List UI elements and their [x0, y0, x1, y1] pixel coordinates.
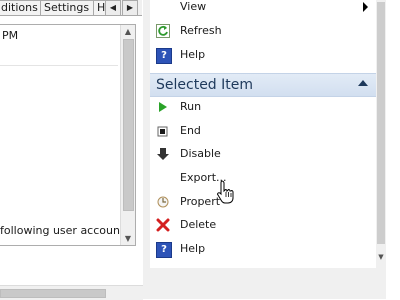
help-icon: ?	[156, 48, 172, 64]
hand-cursor-icon	[216, 180, 236, 204]
tab-scroll-right-button[interactable]: ▶	[122, 0, 138, 16]
scrollbar-thumb[interactable]	[0, 289, 106, 298]
tab-strip: ditions Settings H ◀ ▶	[0, 0, 142, 16]
scroll-down-icon[interactable]: ▼	[121, 234, 135, 243]
action-label: Propert	[180, 195, 221, 208]
delete-icon	[156, 218, 170, 232]
action-disable[interactable]: Disable	[150, 143, 376, 165]
pane-splitter[interactable]	[143, 0, 150, 299]
run-icon	[156, 100, 170, 114]
scroll-up-icon[interactable]: ▲	[121, 27, 135, 36]
action-label: Delete	[180, 218, 217, 231]
section-title: Selected Item	[156, 77, 254, 93]
actions-vertical-scrollbar[interactable]: ▼	[376, 0, 386, 299]
window-edge	[386, 0, 400, 299]
security-description: following user account:	[0, 224, 120, 237]
tab-scroll-left-button[interactable]: ◀	[105, 0, 121, 16]
status-strip	[150, 268, 386, 299]
horizontal-scrollbar[interactable]	[0, 285, 143, 300]
scrollbar-thumb[interactable]	[123, 39, 134, 211]
help-icon: ?	[156, 242, 172, 258]
scroll-down-icon[interactable]: ▼	[376, 253, 386, 261]
selected-item-section-header[interactable]: Selected Item	[150, 73, 376, 97]
scrollbar-thumb[interactable]	[377, 2, 385, 244]
action-label: View	[180, 0, 207, 13]
disable-icon	[156, 147, 170, 161]
collapse-caret-icon[interactable]	[358, 80, 368, 86]
submenu-arrow-icon	[363, 2, 368, 12]
task-properties-pane: ditions Settings H ◀ ▶ PM ▲ ▼ following …	[0, 0, 143, 300]
trigger-list[interactable]: PM ▲ ▼	[0, 24, 136, 246]
action-label: Disable	[180, 147, 221, 160]
action-run[interactable]: Run	[150, 96, 376, 118]
action-export[interactable]: Export...	[150, 167, 376, 189]
action-label: Help	[180, 242, 206, 255]
action-end[interactable]: End	[150, 120, 376, 142]
action-refresh[interactable]: Refresh	[150, 20, 376, 42]
action-delete[interactable]: Delete	[150, 214, 376, 236]
properties-icon	[156, 195, 170, 209]
tab-conditions[interactable]: ditions	[0, 0, 43, 15]
tab-settings[interactable]: Settings	[40, 0, 96, 15]
action-label: Help	[180, 48, 206, 61]
action-label: Refresh	[180, 24, 222, 37]
actions-pane: View Refresh ? Help Selected Item Run En…	[150, 0, 376, 299]
action-help[interactable]: ? Help	[150, 238, 376, 260]
action-help-top[interactable]: ? Help	[150, 44, 376, 66]
action-properties[interactable]: Propert	[150, 191, 376, 213]
action-label: Run	[180, 100, 202, 113]
list-vertical-scrollbar[interactable]: ▲ ▼	[120, 25, 135, 245]
list-item[interactable]: PM	[0, 28, 120, 44]
refresh-icon	[156, 24, 170, 38]
list-divider	[0, 65, 118, 66]
end-icon	[156, 124, 170, 138]
action-view[interactable]: View	[150, 0, 376, 18]
action-label: End	[180, 124, 201, 137]
